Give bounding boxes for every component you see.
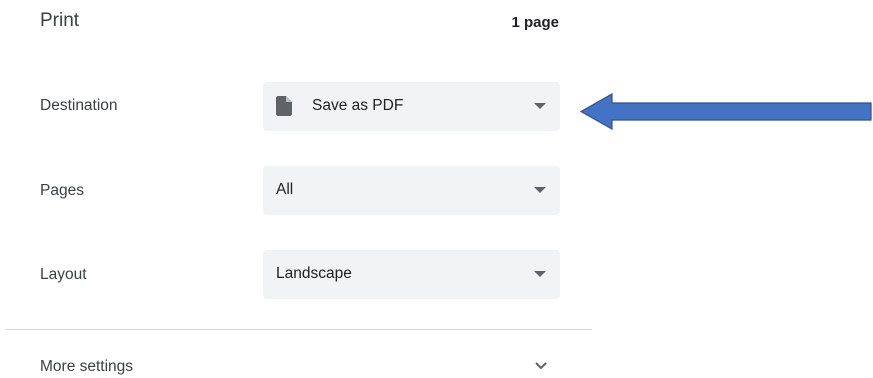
pages-label: Pages bbox=[40, 182, 84, 199]
more-settings-toggle[interactable]: More settings bbox=[40, 358, 133, 376]
layout-label: Layout bbox=[40, 266, 87, 283]
pages-select[interactable]: All bbox=[263, 166, 560, 215]
layout-value: Landscape bbox=[276, 265, 352, 282]
destination-select[interactable]: Save as PDF bbox=[263, 82, 560, 131]
layout-select[interactable]: Landscape bbox=[263, 250, 560, 299]
pages-value: All bbox=[276, 181, 294, 198]
caret-down-icon bbox=[534, 103, 546, 109]
divider bbox=[5, 329, 592, 330]
caret-down-icon bbox=[534, 187, 546, 193]
print-dialog: Print 1 page Destination Save as PDF Pag… bbox=[0, 0, 873, 378]
chevron-down-icon[interactable] bbox=[533, 358, 549, 372]
destination-label: Destination bbox=[40, 97, 118, 114]
page-count: 1 page bbox=[511, 14, 559, 31]
destination-value: Save as PDF bbox=[312, 97, 404, 114]
document-icon bbox=[276, 96, 292, 116]
annotation-arrow-icon bbox=[580, 93, 872, 130]
caret-down-icon bbox=[534, 271, 546, 277]
print-title: Print bbox=[40, 10, 80, 31]
